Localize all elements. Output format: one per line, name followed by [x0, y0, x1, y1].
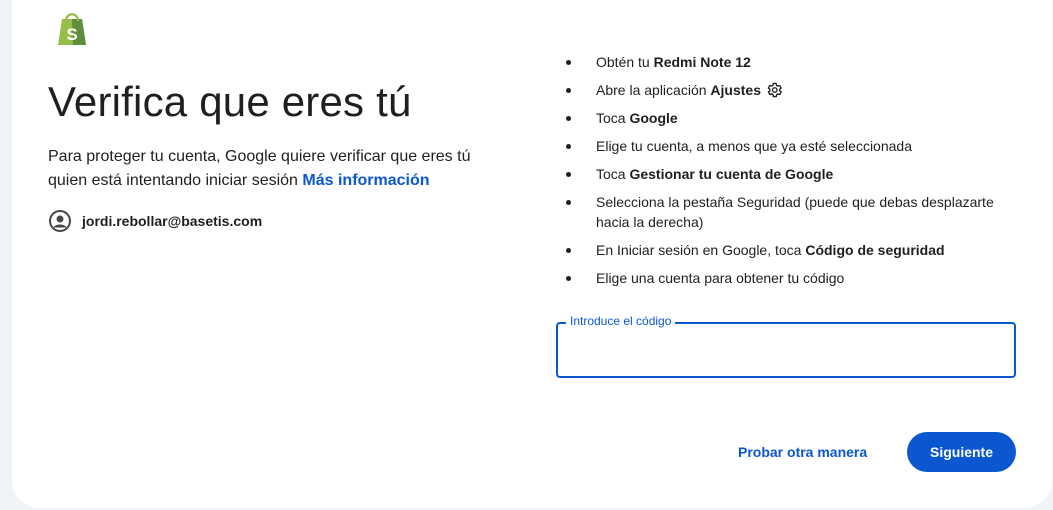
instruction-item: Obtén tu Redmi Note 12: [566, 52, 1016, 72]
gear-icon: [767, 82, 782, 98]
instructions-list: Obtén tu Redmi Note 12 Abre la aplicació…: [566, 52, 1016, 296]
page-title: Verifica que eres tú: [48, 78, 412, 125]
instruction-item: Elige una cuenta para obtener tu código: [566, 268, 1016, 288]
instruction-item: Elige tu cuenta, a menos que ya esté sel…: [566, 136, 1016, 156]
logo-letter: S: [66, 25, 77, 44]
instruction-item: Toca Gestionar tu cuenta de Google: [566, 164, 1016, 184]
more-info-link[interactable]: Más información: [302, 172, 429, 189]
code-field: Introduce el código: [556, 314, 1016, 378]
code-input[interactable]: [558, 324, 1012, 372]
instruction-item: Abre la aplicación Ajustes: [566, 80, 1016, 100]
account-chip[interactable]: jordi.rebollar@basetis.com: [48, 209, 262, 233]
instruction-item: Toca Google: [566, 108, 1016, 128]
next-button[interactable]: Siguiente: [907, 432, 1016, 472]
instruction-item: Selecciona la pestaña Seguridad (puede q…: [566, 192, 1016, 232]
code-field-label: Introduce el código: [566, 314, 676, 328]
page-subtitle: Para proteger tu cuenta, Google quiere v…: [48, 145, 498, 193]
instruction-item: En Iniciar sesión en Google, toca Código…: [566, 240, 1016, 260]
shopify-logo-icon: S: [58, 13, 86, 45]
account-circle-icon: [49, 210, 71, 232]
account-email: jordi.rebollar@basetis.com: [82, 213, 263, 229]
try-another-way-button[interactable]: Probar otra manera: [726, 432, 879, 472]
